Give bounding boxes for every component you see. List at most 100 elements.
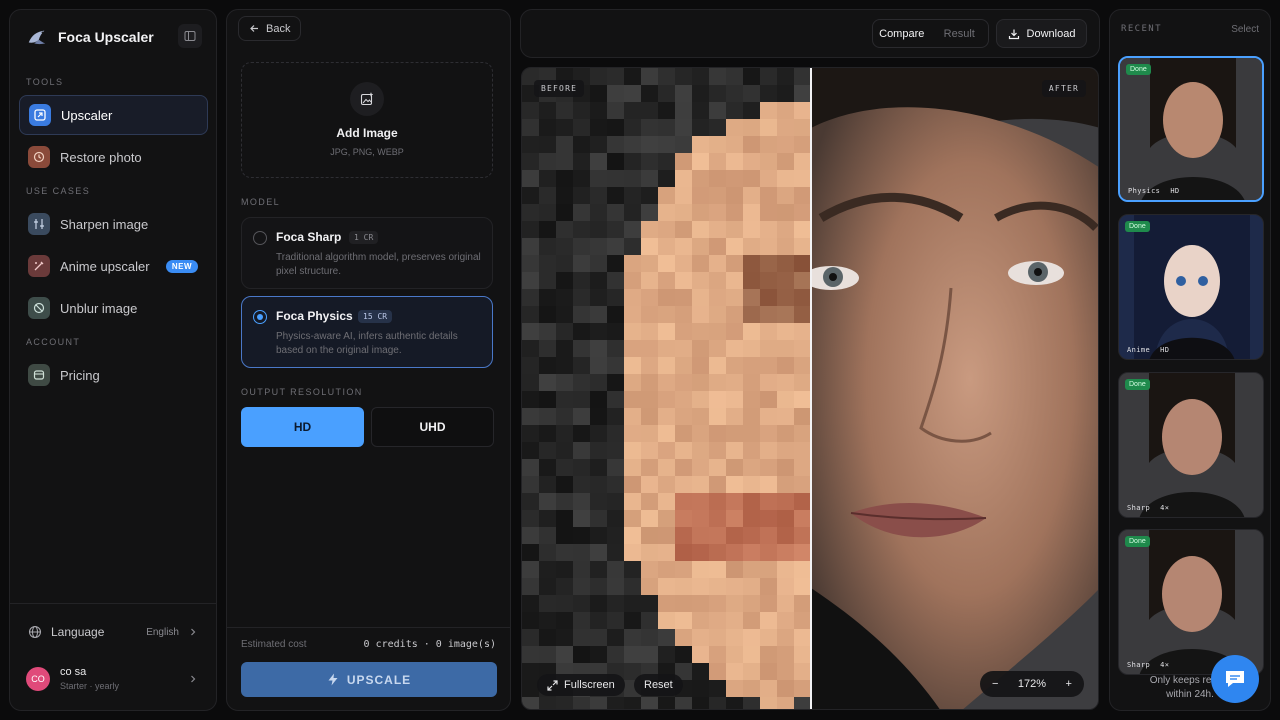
pixel-block <box>675 459 692 476</box>
sidebar-item-sharpen-image[interactable]: Sharpen image <box>19 204 208 244</box>
pixel-block <box>777 170 794 187</box>
pixel-block <box>709 306 726 323</box>
recent-item[interactable]: Done Anime HD <box>1118 214 1264 360</box>
pixel-block <box>590 629 607 646</box>
add-image-dropzone[interactable]: Add Image JPG, PNG, WEBP <box>241 62 493 178</box>
pixel-block <box>556 306 573 323</box>
pixel-block <box>522 272 539 289</box>
thumb-tags: Physics HD <box>1128 187 1180 195</box>
back-button[interactable]: Back <box>238 16 302 41</box>
pixel-block <box>556 510 573 527</box>
pixel-block <box>760 357 777 374</box>
collapse-sidebar-button[interactable] <box>178 24 202 48</box>
pixel-block <box>590 85 607 102</box>
pixel-block <box>760 204 777 221</box>
fullscreen-label: Fullscreen <box>564 679 615 691</box>
pixel-block <box>709 187 726 204</box>
pixel-block <box>658 68 675 85</box>
pixel-block <box>658 442 675 459</box>
pixel-block <box>658 408 675 425</box>
upscale-button[interactable]: UPSCALE <box>241 662 497 697</box>
tab-compare[interactable]: Compare <box>873 28 931 40</box>
pixel-block <box>692 153 709 170</box>
pixel-block <box>624 476 641 493</box>
reset-button[interactable]: Reset <box>634 674 683 696</box>
pixel-block <box>777 493 794 510</box>
download-button[interactable]: Download <box>996 19 1087 48</box>
pixel-block <box>607 527 624 544</box>
radio-unselected[interactable] <box>253 231 267 245</box>
pixel-block <box>590 170 607 187</box>
pixel-block <box>726 153 743 170</box>
pixel-block <box>658 459 675 476</box>
fullscreen-button[interactable]: Fullscreen <box>537 674 625 696</box>
sidebar-item-restore-photo[interactable]: Restore photo <box>19 137 208 177</box>
pixel-block <box>726 289 743 306</box>
pixel-block <box>709 221 726 238</box>
compare-viewer[interactable]: BEFORE AFTER Fullscreen Reset − 172% + <box>521 67 1099 710</box>
zoom-out-button[interactable]: − <box>992 678 998 690</box>
resolution-uhd-button[interactable]: UHD <box>371 407 494 447</box>
pixel-block <box>709 595 726 612</box>
pixel-block <box>743 493 760 510</box>
pixel-block <box>675 612 692 629</box>
pixel-block <box>641 561 658 578</box>
model-name: Foca Sharp <box>276 230 342 244</box>
select-button[interactable]: Select <box>1231 24 1259 35</box>
tab-result[interactable]: Result <box>931 28 989 40</box>
user-menu[interactable]: CO co sa Starter · yearly <box>26 666 198 691</box>
pixel-block <box>522 255 539 272</box>
pixel-block <box>641 68 658 85</box>
pixel-block <box>726 391 743 408</box>
pixel-block <box>607 289 624 306</box>
support-chat-button[interactable] <box>1211 655 1259 703</box>
sidebar-item-upscaler[interactable]: Upscaler <box>19 95 208 135</box>
pixel-block <box>692 306 709 323</box>
pixel-block <box>641 459 658 476</box>
pixel-block <box>675 238 692 255</box>
pixel-block <box>760 476 777 493</box>
pixel-block <box>607 153 624 170</box>
reset-label: Reset <box>644 679 673 691</box>
pixel-block <box>675 425 692 442</box>
sidebar-item-unblur-image[interactable]: Unblur image <box>19 288 208 328</box>
recent-item[interactable]: Done Sharp 4× <box>1118 372 1264 518</box>
resolution-hd-button[interactable]: HD <box>241 407 364 447</box>
pixel-block <box>794 442 811 459</box>
pixel-block <box>658 561 675 578</box>
model-label: MODEL <box>241 197 281 207</box>
brand[interactable]: Foca Upscaler <box>26 26 154 48</box>
sidebar-item-pricing[interactable]: Pricing <box>19 355 208 395</box>
recent-item[interactable]: Done Physics HD <box>1118 56 1264 202</box>
pixel-block <box>556 425 573 442</box>
pixel-block <box>675 595 692 612</box>
pixel-block <box>607 68 624 85</box>
zoom-in-button[interactable]: + <box>1066 678 1072 690</box>
radio-selected[interactable] <box>253 310 267 324</box>
pixel-block <box>675 646 692 663</box>
compare-slider-handle[interactable] <box>810 68 812 709</box>
pixel-block <box>573 476 590 493</box>
pixel-block <box>675 493 692 510</box>
model-option-foca-physics[interactable]: Foca Physics 15 CR Physics-aware AI, inf… <box>241 296 493 368</box>
pixel-block <box>777 459 794 476</box>
pixel-block <box>539 187 556 204</box>
pixel-block <box>607 510 624 527</box>
pixel-block <box>522 306 539 323</box>
pixelated-face-image <box>522 68 811 709</box>
pixel-block <box>539 510 556 527</box>
pixel-block <box>692 629 709 646</box>
pixel-block <box>522 408 539 425</box>
pixel-block <box>709 680 726 697</box>
model-option-foca-sharp[interactable]: Foca Sharp 1 CR Traditional algorithm mo… <box>241 217 493 289</box>
pixel-block <box>777 561 794 578</box>
language-selector[interactable]: Language English <box>28 622 198 642</box>
pixel-block <box>709 578 726 595</box>
pixel-block <box>522 136 539 153</box>
pixel-block <box>556 612 573 629</box>
recent-item[interactable]: Done Sharp 4× <box>1118 529 1264 675</box>
pixel-block <box>777 119 794 136</box>
pixel-block <box>607 357 624 374</box>
pixel-block <box>692 272 709 289</box>
sidebar-item-anime-upscaler[interactable]: Anime upscaler NEW <box>19 246 208 286</box>
